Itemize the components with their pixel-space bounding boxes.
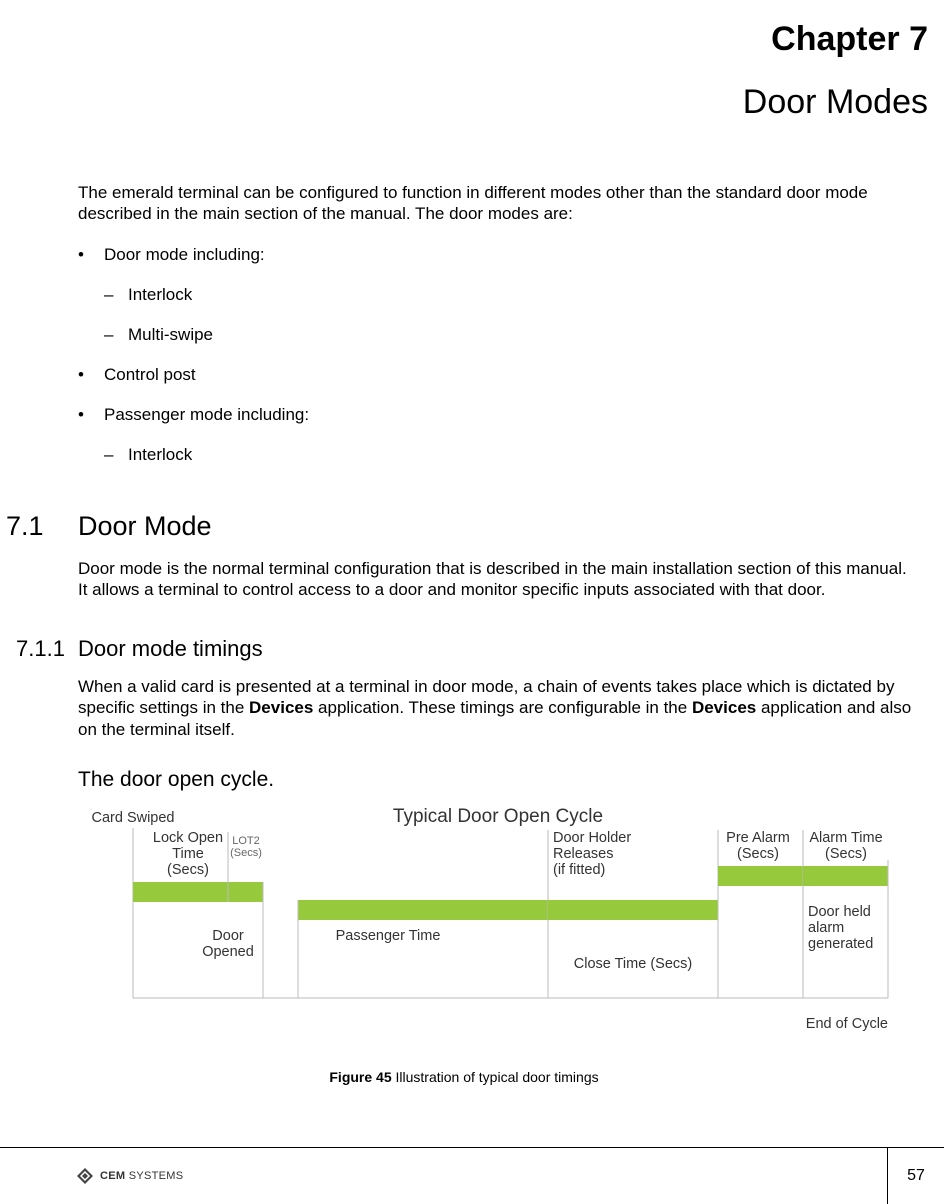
label-alarm-1: Alarm Time — [809, 830, 882, 846]
bar-passenger-time — [298, 900, 548, 920]
label-doorheld-3: generated — [808, 936, 873, 952]
list-item: • Control post — [78, 365, 928, 385]
timing-diagram: Typical Door Open Cycle Card Swiped Lock… — [78, 800, 918, 1055]
figure-caption: Figure 45 Illustration of typical door t… — [0, 1069, 928, 1085]
list-item: – Interlock — [104, 285, 928, 305]
dash-icon: – — [104, 445, 128, 465]
list-item: – Multi-swipe — [104, 325, 928, 345]
chapter-title: Door Modes — [0, 83, 928, 122]
bar-pre-alarm — [718, 866, 803, 886]
label-alarm-2: (Secs) — [825, 846, 867, 862]
intro-paragraph: The emerald terminal can be configured t… — [78, 182, 918, 225]
text-bold: Devices — [249, 698, 313, 717]
label-prealarm-1: Pre Alarm — [726, 830, 790, 846]
page-footer: CEM SYSTEMS 57 — [0, 1147, 944, 1203]
list-item-label: Interlock — [128, 285, 192, 305]
label-lot2-a: LOT2 — [232, 835, 260, 847]
bullet-icon: • — [78, 365, 104, 385]
label-doorheld-2: alarm — [808, 920, 844, 936]
dash-icon: – — [104, 285, 128, 305]
logo-text: CEM SYSTEMS — [100, 1170, 183, 1182]
logo-icon — [76, 1167, 94, 1185]
page-number: 57 — [888, 1167, 944, 1185]
figure-number: Figure 45 — [329, 1069, 391, 1085]
label-card-swiped: Card Swiped — [91, 810, 174, 826]
label-door-opened-1: Door — [212, 928, 244, 944]
label-lot2-b: (Secs) — [230, 847, 262, 859]
label-door-opened-2: Opened — [202, 944, 254, 960]
subsection-number: 7.1.1 — [16, 636, 78, 662]
footer-logo: CEM SYSTEMS — [0, 1167, 887, 1185]
label-holder-3: (if fitted) — [553, 862, 605, 878]
bar-close-time — [548, 900, 718, 920]
section-title: Door Mode — [78, 511, 212, 542]
label-prealarm-2: (Secs) — [737, 846, 779, 862]
list-item-label: Control post — [104, 365, 196, 385]
section-number: 7.1 — [0, 511, 78, 542]
list-item: • Passenger mode including: — [78, 405, 928, 425]
dash-icon: – — [104, 325, 128, 345]
label-lock-open-2: Time — [172, 846, 204, 862]
text-run: application. These timings are configura… — [313, 698, 692, 717]
label-doorheld-1: Door held — [808, 904, 871, 920]
subsection-heading: 7.1.1 Door mode timings — [16, 636, 928, 662]
section-heading: 7.1 Door Mode — [0, 511, 928, 542]
list-item: • Door mode including: — [78, 245, 928, 265]
subsection-body: When a valid card is presented at a term… — [78, 676, 918, 740]
label-passenger-time: Passenger Time — [336, 928, 441, 944]
list-item: – Interlock — [104, 445, 928, 465]
sub-heading: The door open cycle. — [78, 768, 928, 792]
bullet-list: • Door mode including: – Interlock – Mul… — [78, 245, 928, 465]
bar-lock-open — [133, 882, 263, 902]
list-item-label: Door mode including: — [104, 245, 265, 265]
chapter-label: Chapter 7 — [0, 20, 928, 59]
list-item-label: Passenger mode including: — [104, 405, 309, 425]
diagram-title: Typical Door Open Cycle — [393, 806, 603, 827]
label-lock-open-3: (Secs) — [167, 862, 209, 878]
bullet-icon: • — [78, 405, 104, 425]
bar-alarm-time — [803, 866, 888, 886]
text-bold: Devices — [692, 698, 756, 717]
figure-text: Illustration of typical door timings — [392, 1069, 599, 1085]
list-item-label: Interlock — [128, 445, 192, 465]
subsection-title: Door mode timings — [78, 636, 263, 662]
label-holder-2: Releases — [553, 846, 613, 862]
label-end-of-cycle: End of Cycle — [806, 1016, 888, 1032]
label-close-time: Close Time (Secs) — [574, 956, 692, 972]
label-lock-open-1: Lock Open — [153, 830, 223, 846]
label-holder-1: Door Holder — [553, 830, 631, 846]
section-body: Door mode is the normal terminal configu… — [78, 558, 918, 601]
list-item-label: Multi-swipe — [128, 325, 213, 345]
bullet-icon: • — [78, 245, 104, 265]
